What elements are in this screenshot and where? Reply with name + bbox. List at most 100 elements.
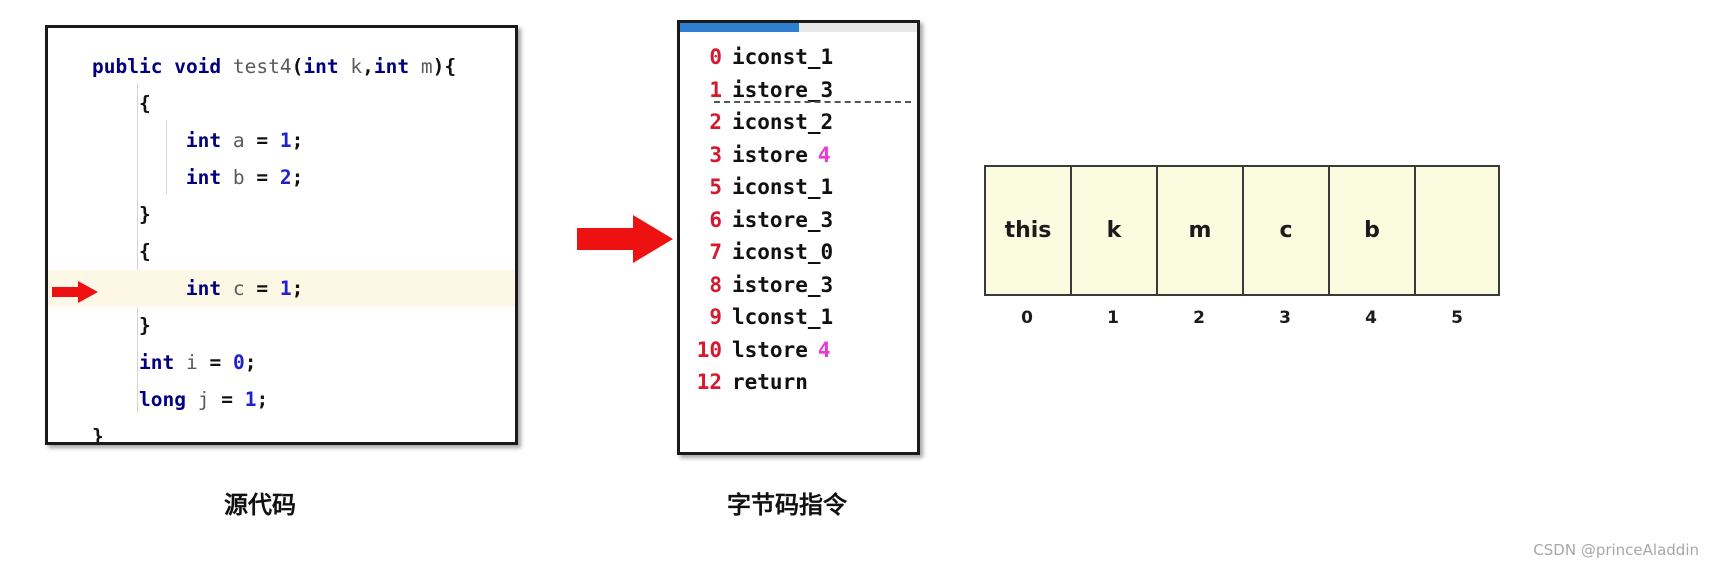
bytecode-line[interactable]: 5 iconst_1	[680, 171, 917, 204]
code-token-pl: ;	[291, 277, 304, 300]
code-line[interactable]: }	[48, 418, 515, 442]
slot-cell: b	[1328, 165, 1414, 296]
code-token-pl: }	[138, 203, 151, 226]
bytecode-opcode: iconst_0	[732, 240, 834, 264]
bytecode-operand: 4	[817, 142, 831, 167]
code-token-id: b	[232, 166, 245, 189]
code-line[interactable]: }	[48, 307, 515, 344]
code-token-id: test4	[232, 55, 292, 78]
bytecode-line[interactable]: 9 lconst_1	[680, 301, 917, 334]
code-line[interactable]: public void test4(int k,int m){	[48, 48, 515, 85]
bytecode-opcode: iconst_1	[732, 45, 834, 69]
code-token-kw: int	[185, 129, 222, 152]
code-token-kw: int	[138, 351, 175, 374]
bytecode-panel[interactable]: 0 iconst_1 1 istore_3 2 iconst_2 3 istore 4 5 icon…	[677, 20, 920, 455]
code-token-pl: ;	[291, 166, 304, 189]
slot-cell: this	[984, 165, 1070, 296]
slot-index-label: 1	[1107, 308, 1119, 328]
slot-index-label: 2	[1193, 308, 1205, 328]
code-token-pl: }	[138, 314, 151, 337]
bytecode-instruction-list[interactable]: 0 iconst_1 1 istore_3 2 iconst_2 3 istore 4 5 icon…	[680, 32, 917, 452]
slot-index-label: 3	[1279, 308, 1291, 328]
bytecode-offset: 8	[709, 272, 722, 297]
slot-cell: m	[1156, 165, 1242, 296]
slot-index-label: 0	[1021, 308, 1033, 328]
source-code-caption: 源代码	[224, 491, 296, 519]
bytecode-offset: 10	[696, 337, 722, 362]
code-token-pl: {	[138, 240, 151, 263]
bytecode-offset: 6	[709, 207, 722, 232]
source-code-panel[interactable]: public void test4(int k,int m){ { int a …	[45, 25, 518, 445]
code-line[interactable]: int c = 1;	[48, 270, 515, 307]
bytecode-line[interactable]: 12 return	[680, 366, 917, 399]
code-token-num: 1	[244, 388, 257, 411]
code-token-num: 2	[279, 166, 292, 189]
code-token-pl: ){	[432, 55, 457, 78]
current-line-arrow-icon	[52, 278, 98, 303]
source-code-text[interactable]: public void test4(int k,int m){ { int a …	[48, 28, 515, 442]
code-token-id: m	[420, 55, 433, 78]
code-line[interactable]: }	[48, 196, 515, 233]
code-token-pl: ;	[291, 129, 304, 152]
bytecode-line[interactable]: 7 iconst_0	[680, 236, 917, 269]
slot-index-label: 5	[1451, 308, 1463, 328]
bytecode-line[interactable]: 8 istore_3	[680, 269, 917, 302]
code-token-id: a	[232, 129, 245, 152]
bytecode-line[interactable]: 6 istore_3	[680, 204, 917, 237]
bytecode-opcode: istore_3	[732, 272, 834, 297]
local-variable-slot-table: this k m c b	[984, 165, 1500, 296]
bytecode-line[interactable]: 0 iconst_1	[680, 41, 917, 74]
code-token-id: k	[350, 55, 363, 78]
watermark: CSDN @princeAladdin	[1533, 541, 1699, 559]
slot-cell: k	[1070, 165, 1156, 296]
bytecode-offset: 12	[696, 370, 722, 394]
code-line[interactable]: {	[48, 85, 515, 122]
code-line[interactable]: int a = 1;	[48, 122, 515, 159]
flow-arrow-icon	[577, 215, 673, 263]
code-token-pl: (	[291, 55, 304, 78]
horizontal-scrollbar[interactable]	[680, 23, 917, 32]
bytecode-offset: 3	[709, 142, 722, 167]
code-token-kw: public	[92, 55, 163, 78]
bytecode-offset: 0	[709, 45, 722, 69]
code-token-pl: ;	[256, 388, 269, 411]
bytecode-line[interactable]: 10 lstore 4	[680, 334, 917, 367]
code-token-pl: {	[138, 92, 151, 115]
code-line[interactable]: {	[48, 233, 515, 270]
slot-cell	[1414, 165, 1500, 296]
code-line[interactable]: int i = 0;	[48, 344, 515, 381]
code-token-pl: =	[256, 129, 269, 152]
code-line[interactable]: int b = 2;	[48, 159, 515, 196]
code-token-id: c	[232, 277, 245, 300]
bytecode-offset: 2	[709, 110, 722, 134]
bytecode-line[interactable]: 1 istore_3	[680, 74, 917, 107]
code-token-pl: ,	[362, 55, 374, 78]
code-token-kw: int	[303, 55, 339, 78]
code-line[interactable]: long j = 1;	[48, 381, 515, 418]
code-token-pl: =	[209, 351, 222, 374]
bytecode-line[interactable]: 2 iconst_2	[680, 106, 917, 139]
scrollbar-thumb[interactable]	[680, 23, 799, 32]
bytecode-line[interactable]: 3 istore 4	[680, 139, 917, 172]
bytecode-opcode: istore_3	[732, 207, 834, 232]
